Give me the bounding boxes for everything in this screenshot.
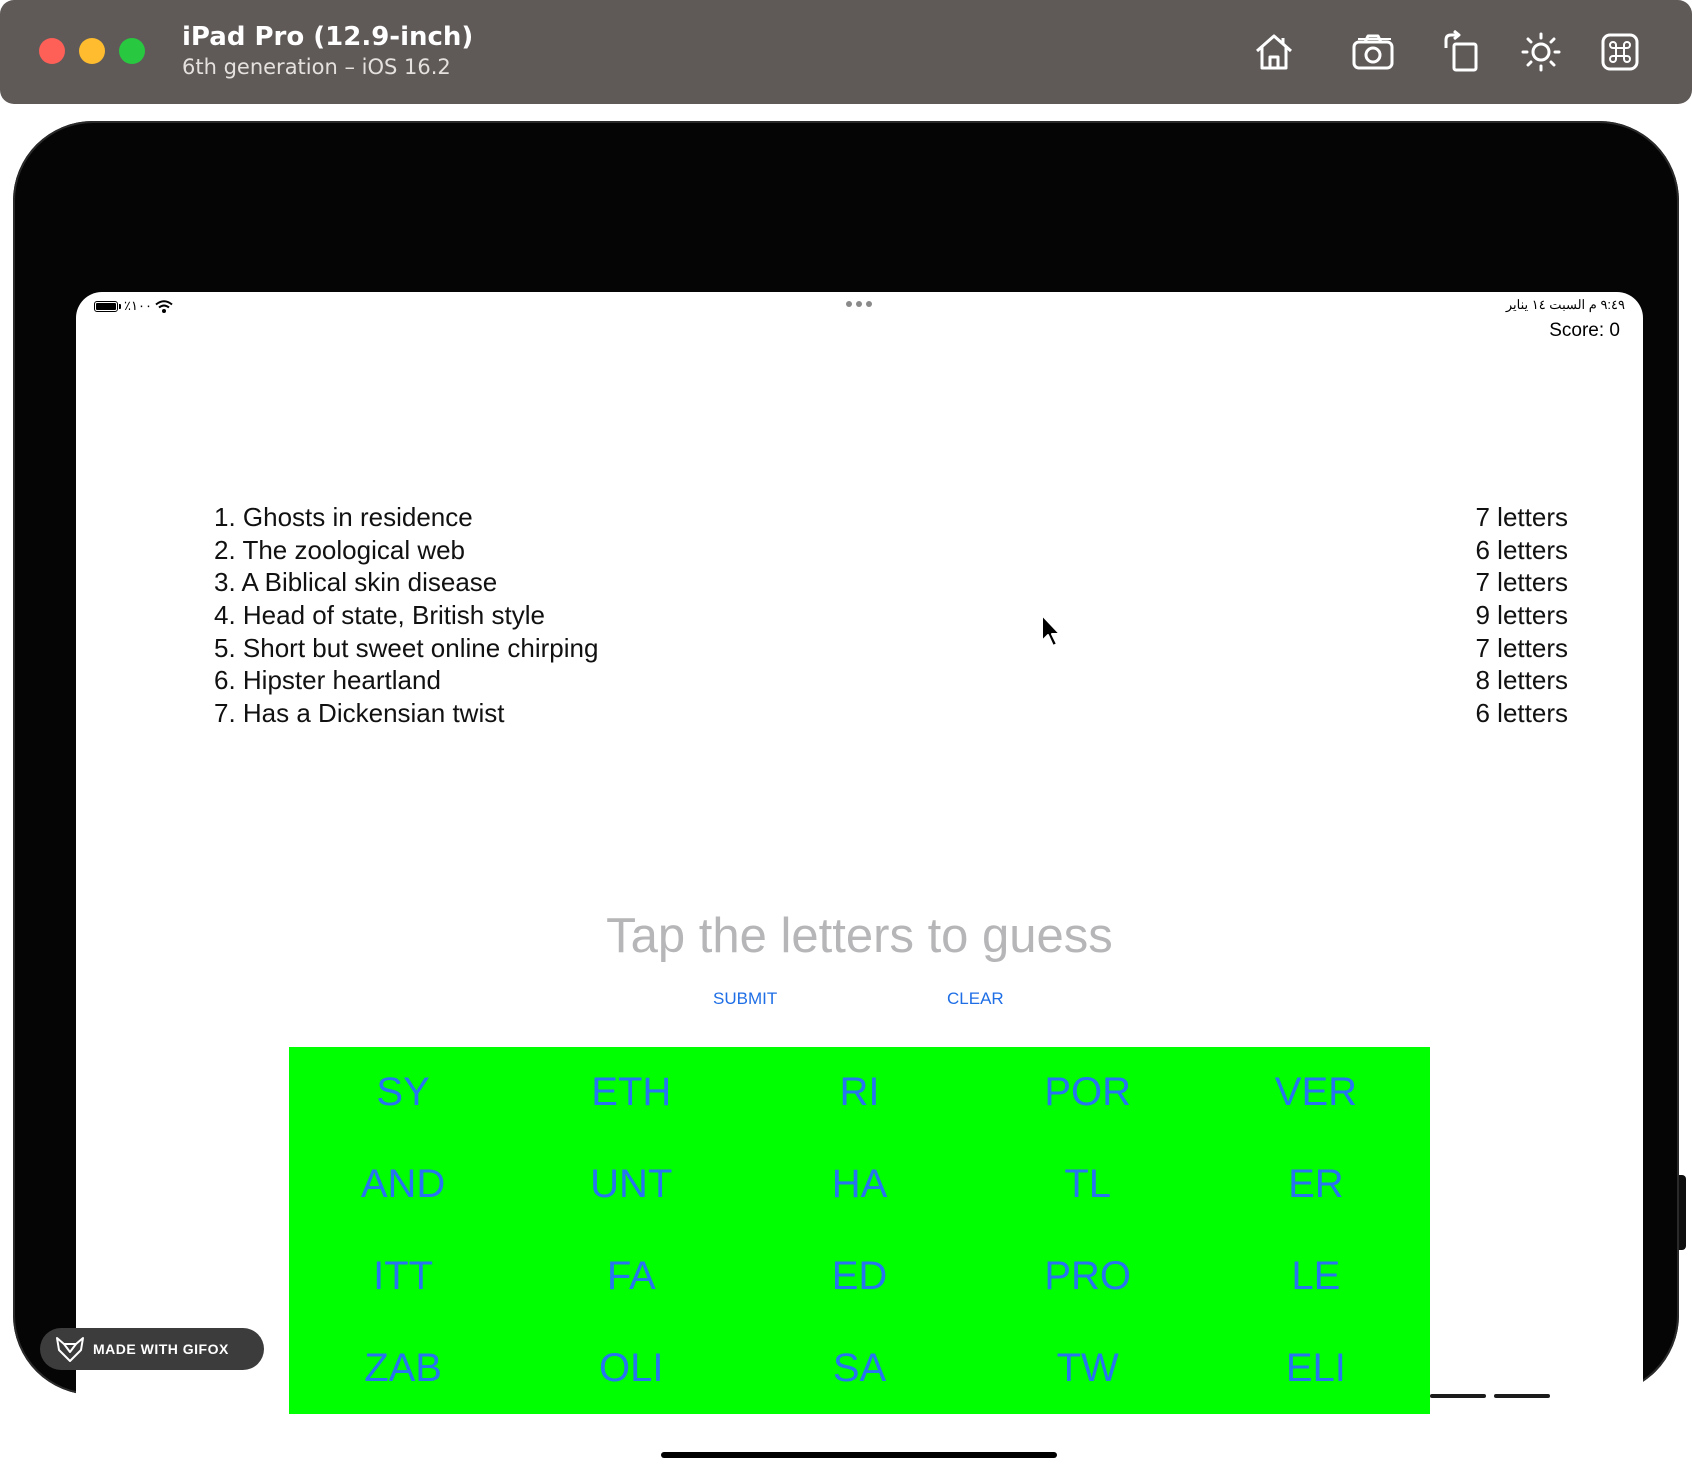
letter-button[interactable]: ITT xyxy=(289,1231,517,1323)
fox-icon xyxy=(56,1337,84,1362)
letter-button[interactable]: FA xyxy=(517,1231,745,1323)
letter-button[interactable]: ELI xyxy=(1202,1322,1430,1414)
close-window-button[interactable] xyxy=(39,38,65,64)
letter-button[interactable]: SY xyxy=(289,1047,517,1139)
letter-button[interactable]: TL xyxy=(974,1139,1202,1231)
clue-length: 8 letters xyxy=(1475,665,1569,696)
submit-button[interactable]: SUBMIT xyxy=(713,989,777,1009)
zoom-window-button[interactable] xyxy=(119,38,145,64)
ipad-frame: ٪١٠٠ ٩:٤٩ م السبت ١٤ يناير Score: 0 1. G… xyxy=(13,121,1679,1466)
clue-length: 6 letters xyxy=(1475,534,1569,565)
clue-row: 4. Head of state, British style 9 letter… xyxy=(214,599,1568,632)
home-icon xyxy=(1256,34,1292,70)
clue-row: 5. Short but sweet online chirping 7 let… xyxy=(214,632,1568,665)
status-bar-left: ٪١٠٠ xyxy=(94,298,173,314)
letter-button[interactable]: ED xyxy=(745,1231,973,1323)
clue-row: 2. The zoological web 6 letters xyxy=(214,534,1568,567)
simulator-titlebar: iPad Pro (12.9-inch) 6th generation – iO… xyxy=(0,0,1692,104)
battery-icon xyxy=(94,300,118,312)
home-button[interactable] xyxy=(1248,26,1300,78)
volume-button xyxy=(1430,1394,1486,1398)
answer-display: Tap the letters to guess xyxy=(606,909,1113,963)
clue-text: 4. Head of state, British style xyxy=(214,600,545,631)
clue-text: 2. The zoological web xyxy=(214,534,466,565)
volume-button xyxy=(1494,1394,1550,1398)
letter-button[interactable]: ZAB xyxy=(289,1322,517,1414)
ipad-screen: ٪١٠٠ ٩:٤٩ م السبت ١٤ يناير Score: 0 1. G… xyxy=(76,292,1643,1466)
letter-button[interactable]: PRO xyxy=(974,1231,1202,1323)
clue-row: 6. Hipster heartland 8 letters xyxy=(214,664,1568,697)
letter-button[interactable]: VER xyxy=(1202,1047,1430,1139)
clue-row: 7. Has a Dickensian twist 6 letters xyxy=(214,697,1568,730)
home-indicator[interactable] xyxy=(661,1452,1057,1458)
brightness-icon xyxy=(1521,32,1561,72)
letter-button[interactable]: HA xyxy=(745,1139,973,1231)
status-date-time: ٩:٤٩ م السبت ١٤ يناير xyxy=(1505,297,1625,312)
letter-button[interactable]: AND xyxy=(289,1139,517,1231)
clear-button[interactable]: CLEAR xyxy=(947,989,1004,1009)
battery-percent: ٪١٠٠ xyxy=(124,298,152,313)
keyboard-shortcuts-button[interactable] xyxy=(1594,26,1646,78)
mouse-pointer-icon xyxy=(1041,614,1061,647)
clue-text: 1. Ghosts in residence xyxy=(214,502,473,532)
screenshot-icon xyxy=(1352,34,1394,70)
rotate-icon xyxy=(1444,30,1478,72)
clue-text: 3. A Biblical skin disease xyxy=(214,567,498,598)
gifox-watermark-text: MADE WITH GIFOX xyxy=(93,1341,229,1357)
letter-button[interactable]: OLI xyxy=(517,1322,745,1414)
rotate-button[interactable] xyxy=(1436,26,1488,78)
clue-length: 7 letters xyxy=(1475,567,1569,598)
wifi-icon xyxy=(155,299,173,313)
letter-button[interactable]: ETH xyxy=(517,1047,745,1139)
side-button xyxy=(1679,1175,1686,1250)
device-subtitle: 6th generation – iOS 16.2 xyxy=(182,55,451,79)
clue-length: 9 letters xyxy=(1475,600,1569,631)
clue-length: 7 letters xyxy=(1475,632,1569,663)
clue-text: 6. Hipster heartland xyxy=(214,665,441,696)
command-icon xyxy=(1601,33,1639,71)
minimize-window-button[interactable] xyxy=(79,38,105,64)
multitasking-dots[interactable] xyxy=(846,301,872,307)
letter-button[interactable]: ER xyxy=(1202,1139,1430,1231)
brightness-button[interactable] xyxy=(1515,26,1567,78)
letter-button[interactable]: SA xyxy=(745,1322,973,1414)
clue-row: 1. Ghosts in residence 7 letters xyxy=(214,501,1568,534)
clue-row: 3. A Biblical skin disease 7 letters xyxy=(214,566,1568,599)
letter-button[interactable]: RI xyxy=(745,1047,973,1139)
clue-text: 5. Short but sweet online chirping xyxy=(214,632,599,663)
clue-text: 7. Has a Dickensian twist xyxy=(214,698,505,729)
letter-button[interactable]: UNT xyxy=(517,1139,745,1231)
clue-list: 1. Ghosts in residence 7 letters 2. The … xyxy=(214,501,1568,730)
letter-button[interactable]: TW xyxy=(974,1322,1202,1414)
clue-length: 6 letters xyxy=(1475,698,1569,729)
score-label: Score: 0 xyxy=(1549,320,1620,341)
device-name: iPad Pro (12.9-inch) xyxy=(182,22,474,52)
screenshot-button[interactable] xyxy=(1347,26,1399,78)
battery-nub xyxy=(119,303,121,309)
letter-button[interactable]: POR xyxy=(974,1047,1202,1139)
letter-button[interactable]: LE xyxy=(1202,1231,1430,1323)
clue-length: 7 letters xyxy=(1475,502,1569,532)
gifox-watermark: MADE WITH GIFOX xyxy=(40,1328,264,1370)
letter-buttons-grid: SY ETH RI POR VER AND UNT HA TL ER ITT F… xyxy=(289,1047,1430,1414)
